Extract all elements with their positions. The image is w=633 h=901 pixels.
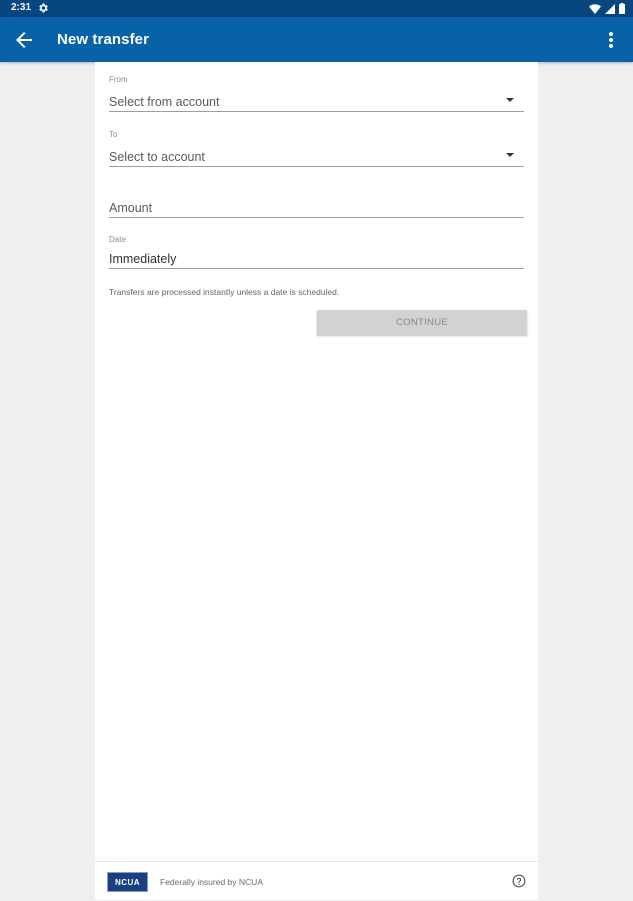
transfer-note: Transfers are processed instantly unless… <box>109 287 340 297</box>
date-label: Date <box>109 235 126 244</box>
footer: NCUA Federally insured by NCUA <box>95 861 538 901</box>
date-value: Immediately <box>109 252 177 266</box>
to-label: To <box>109 130 118 139</box>
arrow-back-icon[interactable] <box>12 28 36 52</box>
app-bar: New transfer <box>0 17 633 62</box>
settings-icon <box>39 3 48 13</box>
insured-text: Federally insured by NCUA <box>160 877 263 887</box>
help-circle-icon[interactable] <box>512 874 526 888</box>
system-icons <box>589 3 625 14</box>
date-field[interactable]: Immediately <box>109 246 524 269</box>
status-time: 2:31 <box>11 2 32 13</box>
amount-input[interactable]: Amount <box>109 195 524 218</box>
from-account-placeholder: Select from account <box>109 95 220 109</box>
status-bar: 2:31 <box>0 0 633 17</box>
page-title: New transfer <box>57 31 150 48</box>
more-vert-icon[interactable] <box>601 29 621 51</box>
transfer-form-card: From Select from account To Select to ac… <box>95 62 538 900</box>
dropdown-arrow-icon <box>506 98 514 102</box>
ncua-logo: NCUA <box>107 872 148 892</box>
from-label: From <box>109 75 128 84</box>
amount-placeholder: Amount <box>109 201 153 215</box>
from-account-select[interactable]: Select from account <box>109 89 524 112</box>
continue-button[interactable]: CONTINUE <box>317 310 527 335</box>
battery-icon <box>619 3 625 14</box>
to-account-placeholder: Select to account <box>109 150 205 164</box>
to-account-select[interactable]: Select to account <box>109 144 524 167</box>
signal-icon <box>605 4 615 14</box>
wifi-icon <box>589 4 601 14</box>
dropdown-arrow-icon <box>506 153 514 157</box>
